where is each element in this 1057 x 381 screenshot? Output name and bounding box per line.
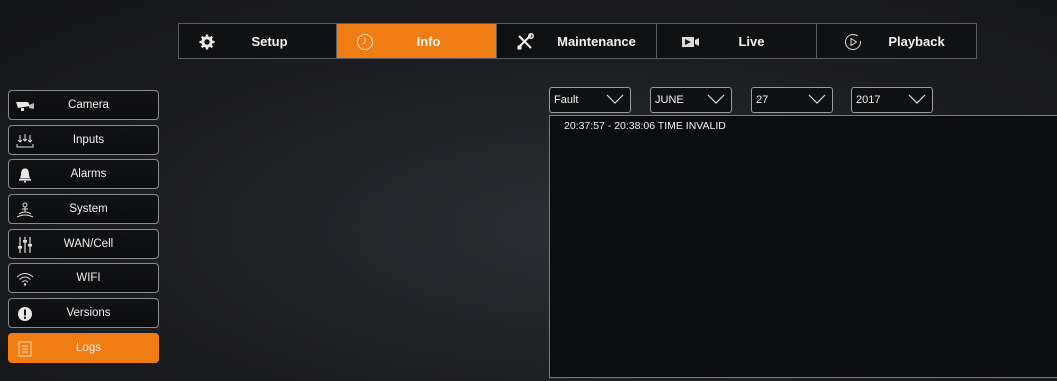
tab-label: Setup [251,33,288,49]
chevron-down-icon [606,93,624,108]
day-select[interactable]: 27 [751,87,833,113]
tab-setup[interactable]: Setup [179,24,337,58]
sidebar: Camera Inputs Alarms System WAN/Cell WIF… [8,90,159,368]
tab-label: Live [738,33,765,49]
video-camera-icon [681,32,701,52]
chevron-down-icon [908,93,926,108]
log-type-value: Fault [554,94,579,106]
sidebar-item-system[interactable]: System [8,194,159,225]
sidebar-item-wan-cell[interactable]: WAN/Cell [8,228,159,259]
sidebar-item-alarms[interactable]: Alarms [8,159,159,190]
gear-icon [197,32,217,52]
year-select[interactable]: 2017 [851,87,933,113]
sidebar-item-inputs[interactable]: Inputs [8,124,159,155]
info-circle-icon [355,32,375,52]
chevron-down-icon [808,93,826,108]
month-select[interactable]: JUNE [650,87,732,113]
tab-label: Playback [888,33,945,49]
year-value: 2017 [856,94,881,106]
tab-playback[interactable]: Playback [817,24,978,58]
day-value: 27 [756,94,769,106]
month-value: JUNE [655,94,684,106]
info-badge-icon [15,304,35,324]
sidebar-item-wifi[interactable]: WIFI [8,263,159,294]
sidebar-item-camera[interactable]: Camera [8,90,159,120]
log-panel[interactable]: 20:37:57 - 20:38:06 TIME INVALID [549,115,1057,378]
wifi-icon [15,269,35,289]
tab-maintenance[interactable]: Maintenance [497,24,657,58]
top-navigation: Setup Info Maintenance Live Playback [178,23,977,59]
tools-icon [515,32,535,52]
security-camera-icon [15,96,35,116]
chevron-down-icon [707,93,725,108]
inputs-icon [15,131,35,151]
log-file-icon [15,339,35,359]
tab-live[interactable]: Live [657,24,817,58]
playback-icon [843,32,863,52]
sidebar-item-versions[interactable]: Versions [8,298,159,329]
system-icon [15,200,35,220]
log-entry: 20:37:57 - 20:38:06 TIME INVALID [564,120,726,132]
tab-info[interactable]: Info [337,24,497,58]
log-type-select[interactable]: Fault [549,87,631,113]
tab-label: Info [416,33,441,49]
sliders-icon [15,235,35,255]
sidebar-item-logs[interactable]: Logs [8,332,159,363]
bell-icon [15,165,35,185]
